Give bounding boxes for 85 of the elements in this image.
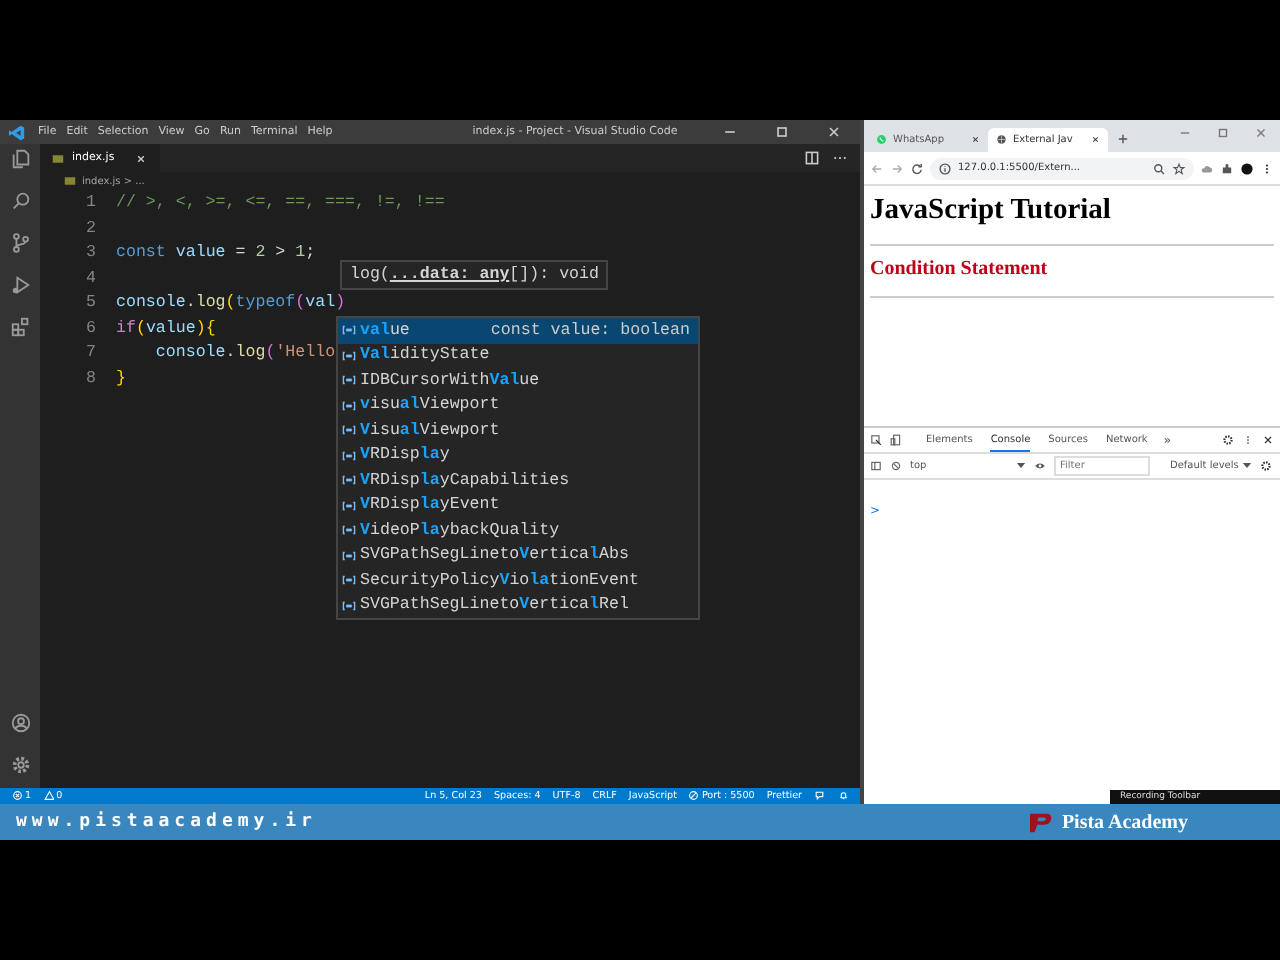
chat-icon	[876, 134, 887, 146]
suggestion-item[interactable]: VisualViewport	[338, 418, 698, 443]
suggestion-item[interactable]: visualViewport	[338, 393, 698, 418]
line-number: 2	[84, 217, 96, 241]
vscode-logo-icon	[8, 123, 26, 141]
settings-icon[interactable]	[1222, 434, 1234, 446]
caret-icon	[1016, 462, 1026, 470]
close-icon[interactable]	[969, 134, 980, 146]
variable-icon	[342, 524, 356, 537]
code-line: console.log(typeof(val)	[116, 292, 346, 316]
code-line: if(value){	[116, 317, 216, 341]
close-icon[interactable]	[1262, 434, 1274, 446]
reload-icon[interactable]	[910, 161, 924, 175]
variable-icon	[342, 499, 356, 512]
line-number: 8	[84, 367, 96, 391]
page-heading: JavaScript Tutorial	[870, 194, 1113, 228]
website-url: www.pistaacademy.ir	[16, 812, 317, 832]
files-icon[interactable]	[9, 148, 31, 170]
menu-icon[interactable]	[1260, 161, 1274, 175]
inspect-icon[interactable]	[870, 434, 882, 446]
variable-icon	[342, 549, 356, 562]
suggestion-item[interactable]: SecurityPolicyViolationEvent	[338, 568, 698, 593]
code-line: console.log('Hello	[153, 342, 336, 366]
zoom-icon[interactable]	[1152, 161, 1166, 175]
code-line: // >, <, >=, <=, ==, ===, !=, !==	[116, 192, 445, 216]
branch-icon[interactable]	[9, 232, 31, 254]
line-number: 7	[84, 342, 96, 366]
variable-icon	[342, 324, 356, 337]
variable-icon	[342, 424, 356, 437]
js-file-icon	[52, 153, 64, 163]
puzzle-icon[interactable]	[1220, 161, 1234, 175]
account-icon[interactable]	[9, 712, 31, 734]
error-icon	[12, 790, 23, 802]
run-debug-icon[interactable]	[9, 274, 31, 296]
avatar-icon[interactable]	[1240, 161, 1254, 175]
suggestion-item[interactable]: IDBCursorWithValue	[338, 368, 698, 393]
suggestion-item[interactable]: SVGPathSegLinetoVerticalAbs	[338, 543, 698, 568]
feedback-icon[interactable]	[814, 790, 825, 802]
suggestion-item[interactable]: VRDisplayCapabilities	[338, 468, 698, 493]
sidebar-icon[interactable]	[870, 460, 882, 472]
signature-tooltip: log(...data: any[]): void	[340, 260, 609, 290]
brand-name: Pista Academy	[1061, 811, 1188, 833]
line-number: 4	[84, 267, 96, 291]
star-icon[interactable]	[1172, 161, 1186, 175]
variable-icon	[342, 399, 356, 412]
eye-icon[interactable]	[1034, 460, 1046, 472]
variable-icon	[342, 449, 356, 462]
suggestion-item[interactable]: ValidityState	[338, 343, 698, 368]
code-line: const value = 2 > 1;	[116, 242, 316, 266]
info-icon	[938, 161, 952, 175]
variable-icon	[342, 599, 356, 612]
port-icon	[688, 790, 700, 802]
maximize-icon[interactable]	[774, 124, 790, 140]
device-toolbar-icon[interactable]	[890, 434, 902, 446]
suggestion-item[interactable]: value const value: boolean	[338, 318, 698, 343]
caret-icon	[1242, 462, 1253, 470]
variable-icon	[342, 349, 356, 362]
split-editor-icon[interactable]	[804, 150, 820, 166]
page-subheading: Condition Statement	[870, 258, 1050, 280]
suggestion-item[interactable]: VideoPlaybackQuality	[338, 518, 698, 543]
variable-icon	[342, 374, 356, 387]
globe-icon	[996, 134, 1007, 146]
new-tab-icon[interactable]	[1116, 132, 1130, 146]
close-icon[interactable]	[1089, 134, 1100, 146]
variable-icon	[342, 474, 356, 487]
extensions-icon[interactable]	[9, 316, 31, 338]
settings-icon[interactable]	[1260, 460, 1273, 472]
suggestion-item[interactable]: VRDisplayEvent	[338, 493, 698, 518]
line-number: 1	[84, 192, 96, 216]
bell-icon[interactable]	[837, 790, 848, 802]
line-number: 6	[84, 317, 96, 341]
suggestion-item[interactable]: SVGPathSegLinetoVerticalRel	[338, 593, 698, 618]
maximize-icon[interactable]	[1216, 126, 1230, 140]
warning-icon	[43, 790, 55, 802]
brand-logo-icon	[1027, 811, 1054, 833]
line-number: 3	[84, 242, 96, 266]
close-icon[interactable]	[134, 151, 149, 165]
code-line: }	[116, 367, 126, 391]
suggestion-item[interactable]: VRDisplay	[338, 443, 698, 468]
line-number: 5	[84, 292, 96, 316]
js-file-icon	[64, 176, 76, 186]
search-icon[interactable]	[9, 190, 31, 212]
variable-icon	[342, 574, 356, 587]
cloud-icon[interactable]	[1200, 161, 1214, 175]
clear-console-icon[interactable]	[890, 460, 902, 472]
